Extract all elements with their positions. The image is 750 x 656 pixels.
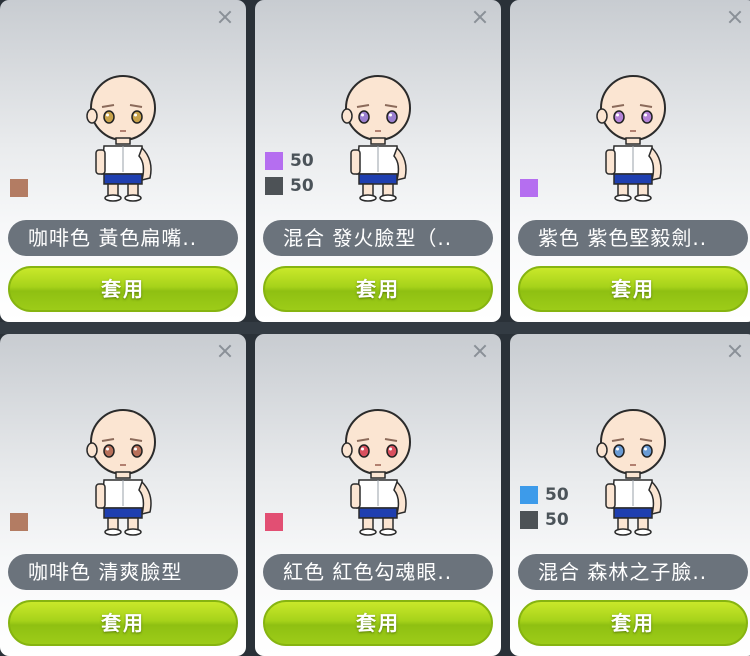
face-name-label: 咖啡色 黃色扁嘴..: [8, 220, 238, 256]
face-card-2: 50 50 混合 發火臉型（.. 套用: [255, 0, 501, 322]
swatch-row: 50: [265, 148, 314, 173]
close-icon[interactable]: [471, 8, 489, 26]
swatch-row: [10, 175, 28, 200]
color-swatch: [520, 485, 538, 504]
color-swatch-list: [10, 509, 28, 534]
swatch-row: [520, 175, 538, 200]
color-swatch: [10, 178, 28, 197]
color-swatch-list: 50 50: [265, 148, 314, 198]
close-icon[interactable]: [216, 342, 234, 360]
close-icon[interactable]: [726, 342, 744, 360]
swatch-ratio: 50: [290, 150, 314, 171]
color-swatch-list: 50 50: [520, 482, 569, 532]
close-icon[interactable]: [216, 8, 234, 26]
color-swatch: [265, 176, 283, 195]
character-avatar: [341, 75, 411, 202]
face-name-label: 咖啡色 清爽臉型: [8, 554, 238, 590]
color-swatch-list: [520, 175, 538, 200]
close-icon[interactable]: [726, 8, 744, 26]
face-card-6: 50 50 混合 森林之子臉.. 套用: [510, 334, 750, 656]
face-card-5: 紅色 紅色勾魂眼.. 套用: [255, 334, 501, 656]
apply-button[interactable]: 套用: [263, 600, 493, 646]
color-swatch-list: [265, 509, 283, 534]
character-avatar: [596, 409, 666, 536]
color-swatch: [520, 178, 538, 197]
face-card-3: 紫色 紫色堅毅劍.. 套用: [510, 0, 750, 322]
apply-button[interactable]: 套用: [518, 266, 748, 312]
close-icon[interactable]: [471, 342, 489, 360]
character-avatar: [86, 409, 156, 536]
swatch-row: [10, 509, 28, 534]
face-name-label: 混合 森林之子臉..: [518, 554, 748, 590]
swatch-ratio: 50: [545, 484, 569, 505]
swatch-row: 50: [520, 482, 569, 507]
color-swatch: [10, 512, 28, 531]
character-avatar: [341, 409, 411, 536]
color-swatch-list: [10, 175, 28, 200]
face-card-1: 咖啡色 黃色扁嘴.. 套用: [0, 0, 246, 322]
apply-button[interactable]: 套用: [8, 266, 238, 312]
face-name-label: 紫色 紫色堅毅劍..: [518, 220, 748, 256]
face-card-4: 咖啡色 清爽臉型 套用: [0, 334, 246, 656]
character-avatar: [596, 75, 666, 202]
swatch-ratio: 50: [545, 509, 569, 530]
apply-button[interactable]: 套用: [8, 600, 238, 646]
character-avatar: [86, 75, 156, 202]
face-name-label: 紅色 紅色勾魂眼..: [263, 554, 493, 590]
color-swatch: [265, 151, 283, 170]
color-swatch: [265, 512, 283, 531]
swatch-ratio: 50: [290, 175, 314, 196]
background-divider: [0, 322, 750, 334]
face-name-label: 混合 發火臉型（..: [263, 220, 493, 256]
swatch-row: 50: [265, 173, 314, 198]
apply-button[interactable]: 套用: [518, 600, 748, 646]
color-swatch: [520, 510, 538, 529]
swatch-row: 50: [520, 507, 569, 532]
apply-button[interactable]: 套用: [263, 266, 493, 312]
swatch-row: [265, 509, 283, 534]
